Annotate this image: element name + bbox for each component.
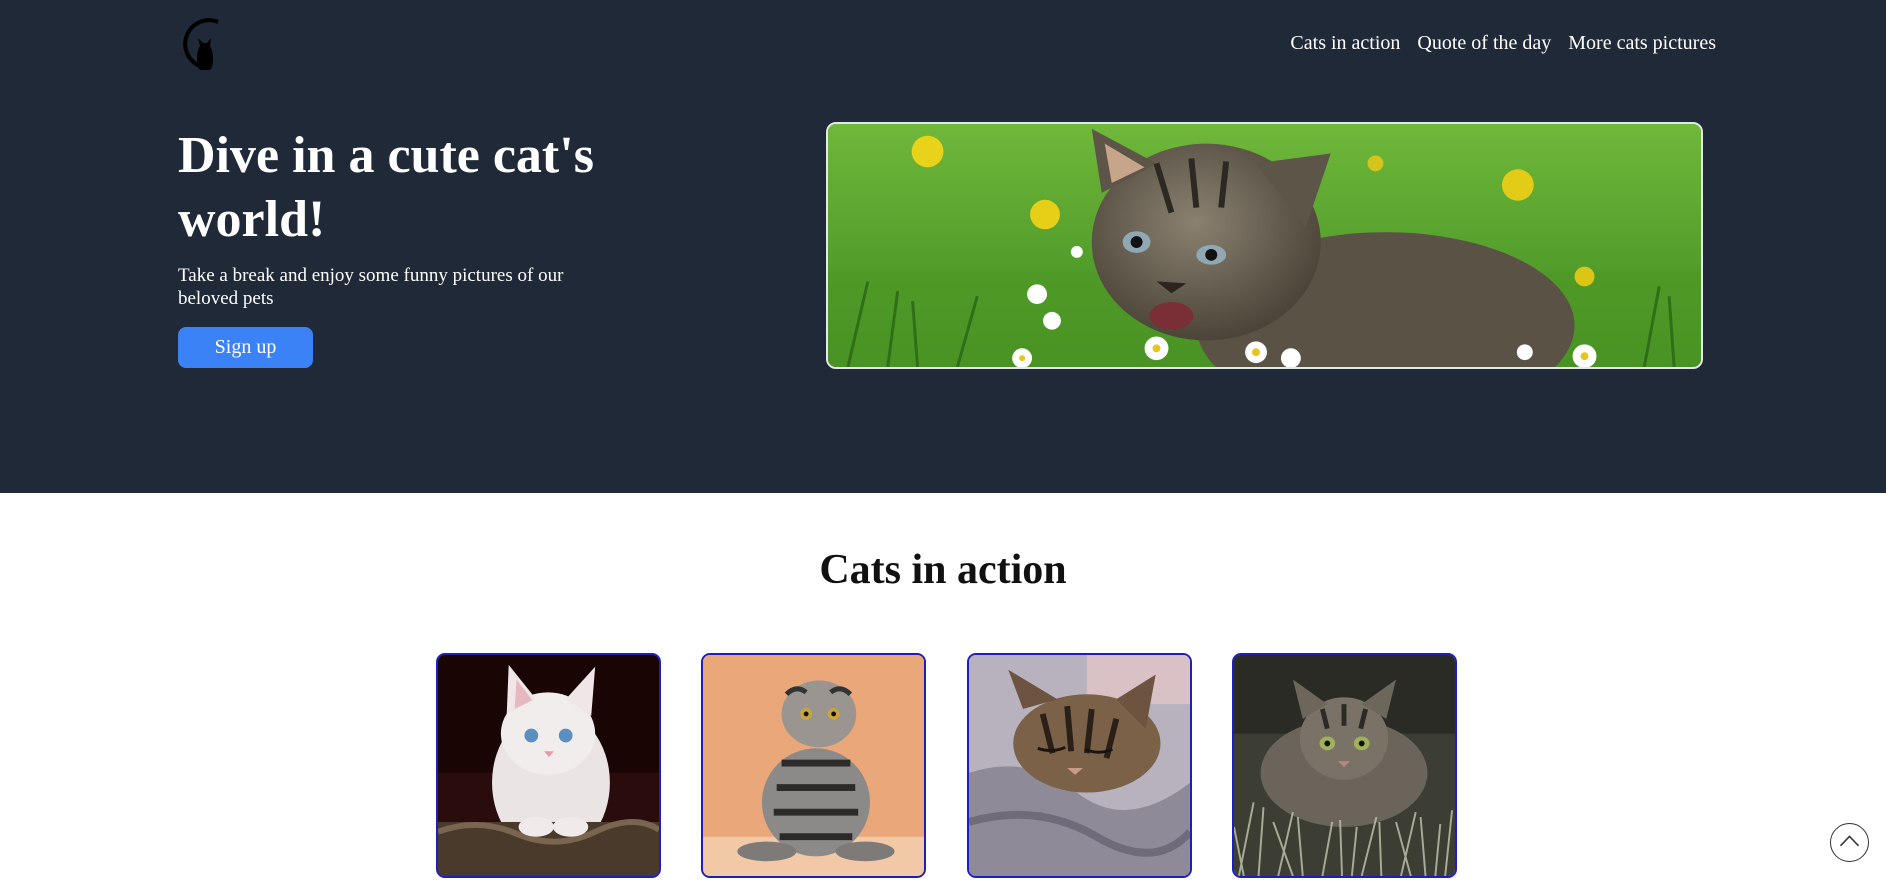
section-title-cats-in-action: Cats in action	[819, 547, 1067, 593]
cat-card-crouching-tabby[interactable]	[1232, 653, 1457, 878]
hero-section: Cats in action Quote of the day More cat…	[0, 0, 1886, 493]
nav-link-quote-of-the-day[interactable]: Quote of the day	[1417, 32, 1551, 55]
hero-kitten-image	[826, 122, 1703, 369]
nav-link-more-cats-pictures[interactable]: More cats pictures	[1568, 32, 1716, 55]
cat-card-white-kitten[interactable]	[436, 653, 661, 878]
chevron-up-icon[interactable]	[1830, 823, 1869, 862]
cat-card-scottish-fold[interactable]	[701, 653, 926, 878]
main-nav: Cats in action Quote of the day More cat…	[1290, 32, 1716, 55]
hero-title: Dive in a cute cat's world!	[178, 127, 594, 248]
cat-logo-icon[interactable]	[178, 16, 230, 72]
signup-button[interactable]: Sign up	[178, 327, 313, 368]
nav-link-cats-in-action[interactable]: Cats in action	[1290, 32, 1400, 55]
hero-subtitle: Take a break and enjoy some funny pictur…	[178, 265, 564, 309]
cat-card-sleeping-tabby[interactable]	[967, 653, 1192, 878]
